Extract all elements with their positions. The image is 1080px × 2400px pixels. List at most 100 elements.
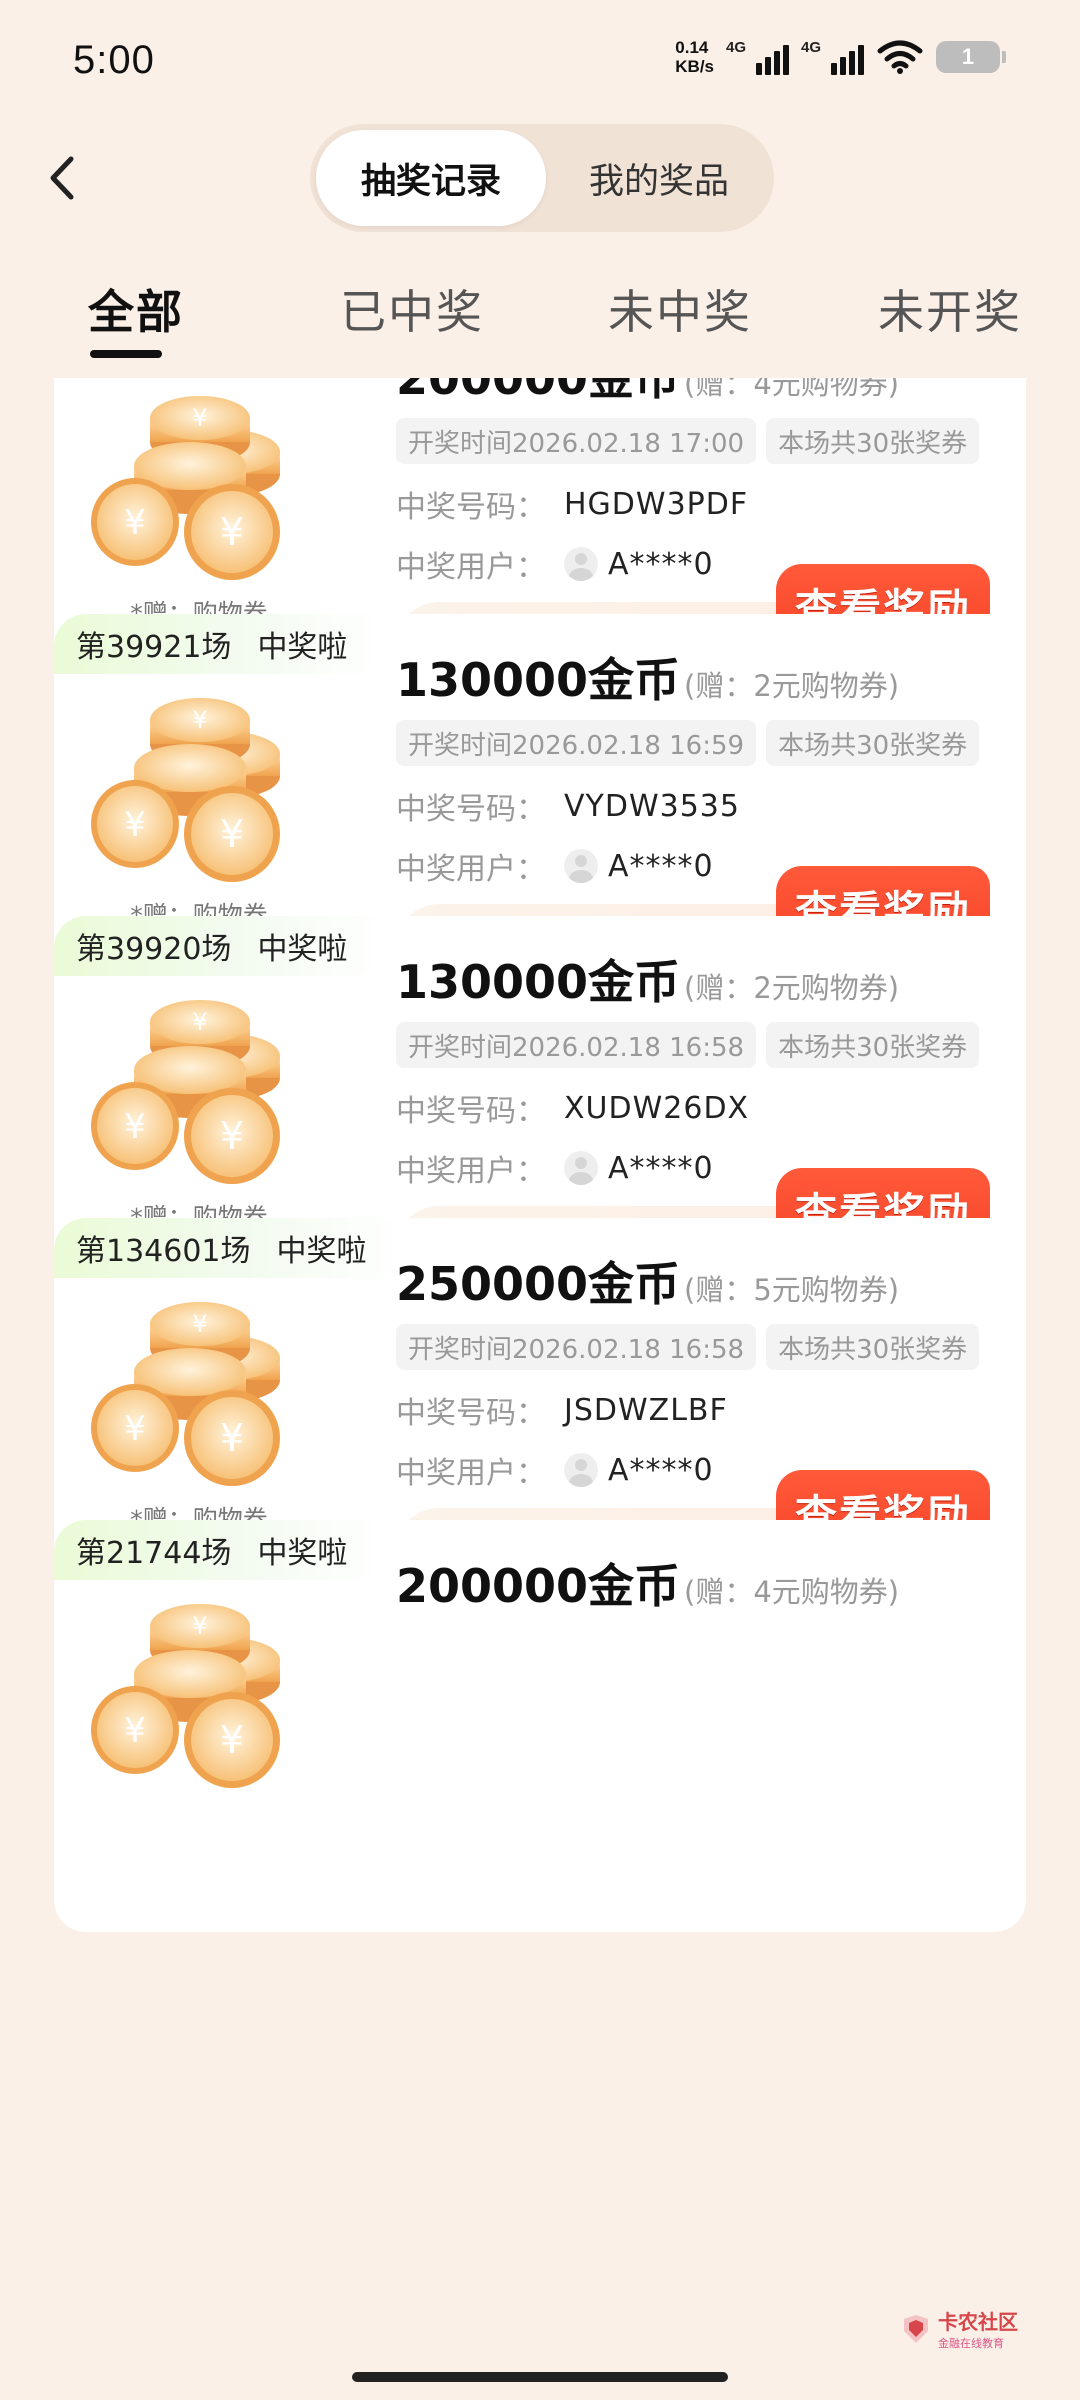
segment-control: 抽奖记录 我的奖品 — [310, 124, 774, 232]
watermark-sub: 金融在线教育 — [938, 2337, 1004, 2350]
coin-stack-icon: ¥ ¥ ¥ — [91, 396, 280, 580]
record-card: 第21744场 中奖啦 ¥ ¥ ¥ 200000金币 (赠：4元购物券) — [54, 1520, 1026, 1932]
segment-my-prizes[interactable]: 我的奖品 — [544, 130, 774, 226]
winning-code: VYDW3535 — [564, 788, 740, 824]
user-avatar-icon — [564, 1453, 598, 1487]
back-chevron-icon — [50, 156, 74, 200]
svg-text:¥: ¥ — [124, 1711, 146, 1751]
winning-code-row: 中奖号码： VYDW3535 — [396, 784, 740, 828]
home-indicator[interactable] — [352, 2372, 728, 2382]
ticket-total: 本场共30张奖券 — [766, 720, 980, 766]
user-avatar-icon — [564, 547, 598, 581]
user-avatar-icon — [564, 1151, 598, 1185]
winner-label: 中奖用户： — [396, 1154, 546, 1189]
winning-code: XUDW26DX — [564, 1090, 750, 1126]
segment-draw-records[interactable]: 抽奖记录 — [316, 130, 546, 226]
round-badge: 第21744场 中奖啦 — [54, 1520, 388, 1580]
signal-icon: 4G — [726, 39, 789, 75]
user-avatar-icon — [564, 849, 598, 883]
tab-all[interactable]: 全部 — [88, 276, 184, 342]
prize-bonus: (赠：4元购物券) — [684, 1575, 900, 1609]
winner-row: 中奖用户： A****0 — [396, 1146, 714, 1190]
prize-line: 200000金币 (赠：4元购物券) — [396, 378, 899, 408]
svg-text:¥: ¥ — [220, 812, 244, 856]
round-number: 第21744场 — [76, 1536, 232, 1571]
winning-code-label: 中奖号码： — [396, 1094, 546, 1129]
draw-meta: 开奖时间2026.02.18 16:59 本场共30张奖券 — [396, 720, 980, 766]
ticket-total: 本场共30张奖券 — [766, 1324, 980, 1370]
draw-meta: 开奖时间2026.02.18 17:00 本场共30张奖券 — [396, 418, 980, 464]
prize-amount: 200000金币 — [396, 378, 681, 405]
winning-code-label: 中奖号码： — [396, 490, 546, 525]
winner-label: 中奖用户： — [396, 1456, 546, 1491]
svg-text:¥: ¥ — [220, 1416, 244, 1460]
signal-icon-2: 4G — [801, 39, 864, 75]
winning-code-label: 中奖号码： — [396, 1396, 546, 1431]
winner-name: A****0 — [608, 848, 714, 884]
svg-text:¥: ¥ — [192, 1612, 207, 1640]
winning-code: HGDW3PDF — [564, 486, 749, 522]
watermark: 卡农社区 金融在线教育 — [900, 2306, 1018, 2351]
sim2-label: 4G — [801, 39, 822, 56]
status-bar: 5:00 0.14 KB/s 4G 4G 1 — [0, 0, 1080, 120]
winner-row: 中奖用户： A****0 — [396, 542, 714, 586]
tab-not-won[interactable]: 未中奖 — [608, 276, 752, 342]
round-number: 第134601场 — [76, 1234, 251, 1269]
winning-code-row: 中奖号码： JSDWZLBF — [396, 1388, 728, 1432]
net-speed: 0.14 KB/s — [675, 38, 714, 76]
winner-row: 中奖用户： A****0 — [396, 844, 714, 888]
prize-line: 130000金币 (赠：2元购物券) — [396, 946, 899, 1012]
svg-text:¥: ¥ — [124, 805, 146, 845]
status-icons: 0.14 KB/s 4G 4G 1 — [675, 38, 1006, 76]
prize-line: 200000金币 (赠：4元购物券) — [396, 1550, 899, 1616]
win-status: 中奖啦 — [257, 630, 348, 665]
prize-amount: 130000金币 — [396, 653, 681, 707]
draw-time: 开奖时间2026.02.18 16:58 — [396, 1324, 757, 1370]
filter-tabs: 全部 已中奖 未中奖 未开奖 — [0, 270, 1080, 360]
round-number: 第39921场 — [76, 630, 232, 665]
draw-meta: 开奖时间2026.02.18 16:58 本场共30张奖券 — [396, 1324, 980, 1370]
winner-name: A****0 — [608, 546, 714, 582]
draw-time: 开奖时间2026.02.18 17:00 — [396, 418, 757, 464]
win-status: 中奖啦 — [276, 1234, 367, 1269]
svg-text:¥: ¥ — [192, 1008, 207, 1036]
svg-text:¥: ¥ — [220, 1114, 244, 1158]
svg-text:¥: ¥ — [124, 1107, 146, 1147]
wifi-icon — [877, 40, 923, 74]
active-tab-indicator — [90, 350, 162, 358]
svg-text:¥: ¥ — [124, 1409, 146, 1449]
battery-icon: 1 — [936, 41, 1006, 73]
net-speed-unit: KB/s — [675, 57, 714, 76]
prize-amount: 200000金币 — [396, 1559, 681, 1613]
svg-text:¥: ¥ — [192, 404, 207, 432]
svg-text:¥: ¥ — [192, 706, 207, 734]
sim1-label: 4G — [726, 39, 747, 56]
win-status: 中奖啦 — [257, 1536, 348, 1571]
tab-won[interactable]: 已中奖 — [340, 276, 484, 342]
prize-amount: 250000金币 — [396, 1257, 681, 1311]
coin-stack-icon: ¥ ¥ ¥ — [91, 1000, 280, 1184]
prize-bonus: (赠：2元购物券) — [684, 669, 900, 703]
svg-text:¥: ¥ — [220, 510, 244, 554]
draw-time: 开奖时间2026.02.18 16:59 — [396, 720, 757, 766]
coin-stack-icon: ¥ ¥ ¥ — [91, 1604, 280, 1788]
status-time: 5:00 — [73, 38, 155, 82]
coin-stack-icon: ¥ ¥ ¥ — [91, 698, 280, 882]
svg-text:¥: ¥ — [124, 503, 146, 543]
watermark-main: 卡农社区 — [938, 2310, 1018, 2334]
round-badge: 第134601场 中奖啦 — [54, 1218, 407, 1278]
prize-bonus: (赠：2元购物券) — [684, 971, 900, 1005]
ticket-total: 本场共30张奖券 — [766, 418, 980, 464]
back-button[interactable] — [40, 148, 84, 208]
prize-bonus: (赠：5元购物券) — [684, 1273, 900, 1307]
prize-line: 130000金币 (赠：2元购物券) — [396, 644, 899, 710]
winner-label: 中奖用户： — [396, 852, 546, 887]
tab-not-drawn[interactable]: 未开奖 — [878, 276, 1022, 342]
coin-stack-icon: ¥ ¥ ¥ — [91, 1302, 280, 1486]
svg-text:¥: ¥ — [192, 1310, 207, 1338]
prize-bonus: (赠：4元购物券) — [684, 378, 900, 401]
svg-text:¥: ¥ — [220, 1718, 244, 1762]
round-badge: 第39921场 中奖啦 — [54, 614, 388, 674]
record-list[interactable]: 第21745场 中奖啦 ¥ — [0, 378, 1080, 2298]
winning-code-label: 中奖号码： — [396, 792, 546, 827]
